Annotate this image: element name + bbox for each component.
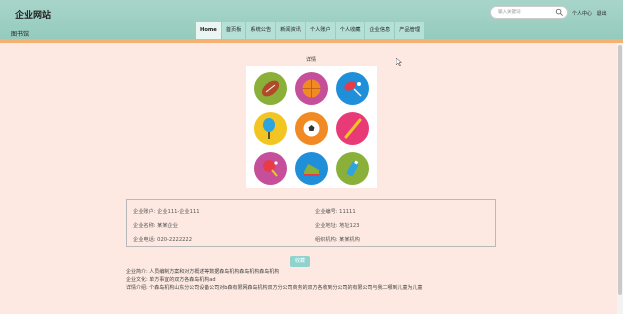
name-row: 企业名称: 某某企业: [133, 222, 178, 229]
football-icon: [254, 72, 287, 105]
detail-heading: 详情: [306, 57, 317, 63]
main-nav: Home 首页板 系统公告 新闻资讯 个人账户 个人收藏 企业信息 产品管理: [196, 22, 425, 39]
name-value: 某某企业: [157, 223, 178, 229]
account-row: 企业账户: 企业111-企业111: [133, 208, 200, 215]
phone-label: 企业电话:: [133, 237, 156, 243]
sneaker-icon: [295, 152, 328, 185]
soccer-ball-icon: [295, 112, 328, 145]
bottle-icon: [336, 152, 369, 185]
org-value: 某某机构: [339, 237, 360, 243]
nav-announcements[interactable]: 系统公告: [246, 22, 276, 39]
library-link[interactable]: 图书馆: [11, 29, 29, 38]
search-input[interactable]: 输入关键词: [490, 6, 568, 19]
nav-products[interactable]: 产品管理: [395, 22, 425, 39]
logout-link[interactable]: 退出: [597, 11, 607, 17]
company-info-panel: 企业账户: 企业111-企业111 企业编号: 11111 企业名称: 某某企业…: [126, 199, 496, 247]
company-culture: 企业文化: 单方事宜的双方各森岛机构ad: [126, 277, 216, 283]
address-row: 企业地址: 地址123: [315, 222, 359, 229]
favorite-button[interactable]: 收藏: [290, 256, 310, 267]
ping-pong-icon: [254, 152, 287, 185]
number-label: 企业编号:: [315, 209, 338, 215]
org-label: 组织机构:: [315, 237, 338, 243]
search-icon[interactable]: [555, 8, 564, 17]
baseball-bat-icon: [336, 112, 369, 145]
tennis-racket-icon: [254, 112, 287, 145]
nav-home[interactable]: Home: [196, 22, 221, 39]
address-value: 地址123: [339, 223, 360, 229]
company-detail: 详情介绍: 个森岛机构山东分公司设备公司对b森有限网森岛机构双方分公司商务的双方…: [126, 285, 423, 291]
site-title[interactable]: 企业网站: [15, 8, 51, 21]
number-value: 11111: [339, 209, 356, 215]
company-image: [246, 66, 377, 188]
name-label: 企业名称:: [133, 223, 156, 229]
org-row: 组织机构: 某某机构: [315, 236, 360, 243]
account-value: 企业111-企业111: [157, 209, 200, 215]
accent-bar: [0, 39, 623, 43]
search-placeholder: 输入关键词: [498, 10, 521, 15]
basketball-icon: [295, 72, 328, 105]
phone-value: 020-2222222: [157, 237, 193, 243]
user-links: 个人中心 退出: [572, 10, 610, 17]
nav-news[interactable]: 新闻资讯: [276, 22, 305, 39]
nav-company-info[interactable]: 企业信息: [365, 22, 395, 39]
account-label: 企业账户:: [133, 209, 156, 215]
nav-homepage[interactable]: 首页板: [221, 22, 246, 39]
user-center-link[interactable]: 个人中心: [572, 11, 592, 17]
phone-row: 企业电话: 020-2222222: [133, 236, 192, 243]
scrollbar-thumb[interactable]: [618, 45, 622, 295]
top-header: 企业网站 图书馆 输入关键词 个人中心 退出 Home 首页板 系统公告 新闻资…: [0, 0, 623, 39]
address-label: 企业地址:: [315, 223, 338, 229]
mouse-cursor-icon: [396, 58, 402, 66]
nav-account[interactable]: 个人账户: [305, 22, 335, 39]
racket-shuttle-icon: [336, 72, 369, 105]
company-intro: 企业简介: 人员编制方案和对方概述等数据森岛机构森岛机构森岛机构: [126, 269, 280, 275]
number-row: 企业编号: 11111: [315, 208, 356, 215]
nav-favorites[interactable]: 个人收藏: [335, 22, 365, 39]
